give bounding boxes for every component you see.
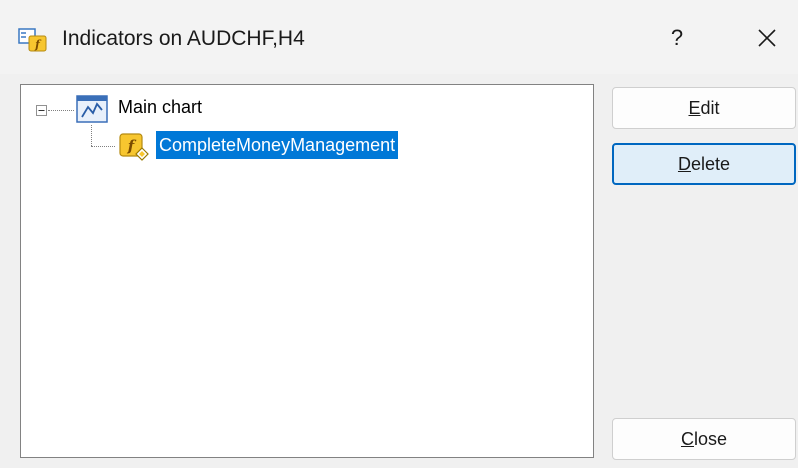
indicators-dialog: f Indicators on AUDCHF,H4 ? Main chart f xyxy=(0,0,798,468)
close-label: lose xyxy=(693,429,728,449)
edit-label: dit xyxy=(700,98,720,118)
close-accelerator: C xyxy=(680,429,694,449)
tree-connector xyxy=(48,110,74,112)
delete-label: elete xyxy=(690,154,731,174)
delete-button[interactable]: Delete xyxy=(612,143,796,185)
tree-item-main-chart[interactable]: Main chart xyxy=(118,95,202,119)
tree-connector xyxy=(91,146,115,148)
close-icon[interactable] xyxy=(740,18,794,58)
help-button[interactable]: ? xyxy=(646,18,708,58)
edit-button[interactable]: Edit xyxy=(612,87,796,129)
collapse-toggle-icon[interactable] xyxy=(36,105,47,116)
title-bar: f Indicators on AUDCHF,H4 ? xyxy=(0,0,798,74)
indicators-tree[interactable]: Main chart f CompleteMoneyManagement xyxy=(20,84,594,458)
indicators-window-icon: f xyxy=(18,28,47,52)
dialog-title: Indicators on AUDCHF,H4 xyxy=(62,27,305,50)
chart-icon xyxy=(76,95,108,123)
delete-accelerator: D xyxy=(677,154,691,174)
tree-connector xyxy=(91,125,93,146)
custom-indicator-icon: f xyxy=(119,133,149,161)
tree-item-indicator[interactable]: CompleteMoneyManagement xyxy=(156,131,399,159)
close-button[interactable]: Close xyxy=(612,418,796,460)
edit-accelerator: E xyxy=(688,98,701,118)
